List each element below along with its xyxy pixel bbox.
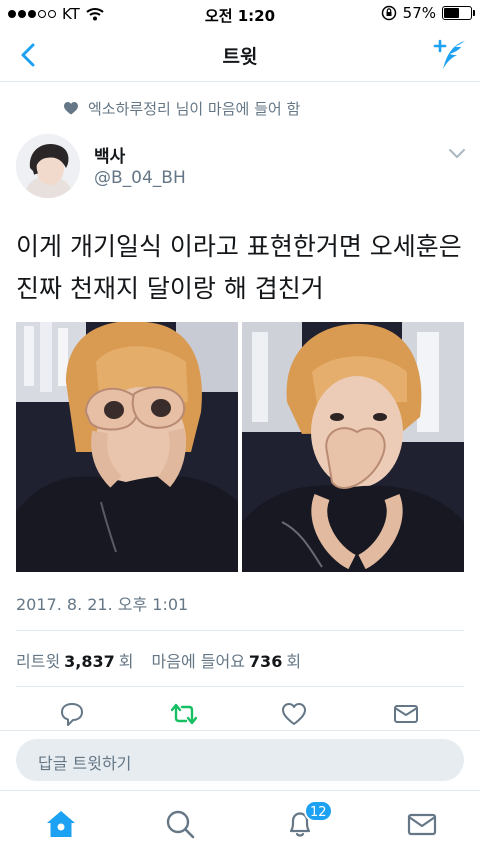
battery-fill: [444, 8, 459, 18]
battery-icon: [442, 6, 475, 20]
retweet-count[interactable]: 3,837: [64, 652, 115, 671]
search-icon[interactable]: [163, 807, 197, 841]
tab-bar: [0, 790, 480, 854]
reply-bar: 답글 트윗하기: [0, 730, 480, 790]
retweet-unit: 회: [118, 652, 134, 671]
tweet-stats: 리트윗 3,837 회 마음에 들어요 736 회: [16, 648, 301, 672]
tweet-text: 이게 개기일식 이라고 표현한거면 오세훈은 진짜 천재지 달이랑 해 겹친거: [16, 232, 462, 303]
like-label: 마음에 들어요: [151, 652, 245, 671]
like-unit: 회: [286, 652, 302, 671]
heart-filled-icon: [64, 102, 78, 115]
reply-icon[interactable]: [58, 700, 86, 728]
divider: [16, 686, 464, 687]
social-context: 엑소하루정리 님이 마음에 들어 함: [64, 98, 300, 119]
compose-tweet-icon[interactable]: [432, 38, 468, 72]
mail-icon[interactable]: [405, 807, 439, 841]
avatar[interactable]: [16, 134, 80, 198]
retweet-icon[interactable]: [170, 700, 198, 728]
retweet-label: 리트윗: [16, 652, 61, 671]
like-heart-icon[interactable]: [280, 700, 308, 728]
photo-1-image: [16, 322, 238, 572]
status-bar: KT 오전 1:20 57%: [0, 0, 480, 28]
tweet-author-name[interactable]: 백사: [94, 142, 125, 167]
notification-badge: 12: [304, 800, 333, 822]
battery-percent: 57%: [402, 4, 436, 22]
avatar-image: [16, 134, 80, 198]
tweet-actions: [0, 700, 480, 730]
tweet-author-handle[interactable]: @B_04_BH: [94, 168, 186, 188]
page-title: 트윗: [222, 46, 258, 68]
tweet-photo-2[interactable]: [242, 322, 464, 572]
tweet-photo-1[interactable]: [16, 322, 238, 572]
status-right: 57%: [381, 4, 475, 22]
divider: [16, 630, 464, 631]
reply-input[interactable]: 답글 트윗하기: [16, 739, 464, 781]
direct-message-icon[interactable]: [392, 700, 420, 728]
tweet-timestamp: 2017. 8. 21. 오후 1:01: [16, 595, 189, 614]
orientation-lock-icon: [381, 5, 396, 21]
home-icon[interactable]: [44, 807, 78, 841]
like-count[interactable]: 736: [249, 652, 282, 671]
context-text: 엑소하루정리 님이 마음에 들어 함: [88, 100, 301, 118]
photo-2-image: [242, 322, 464, 572]
nav-bar: 트윗: [0, 28, 480, 82]
chevron-down-icon[interactable]: [448, 148, 466, 160]
